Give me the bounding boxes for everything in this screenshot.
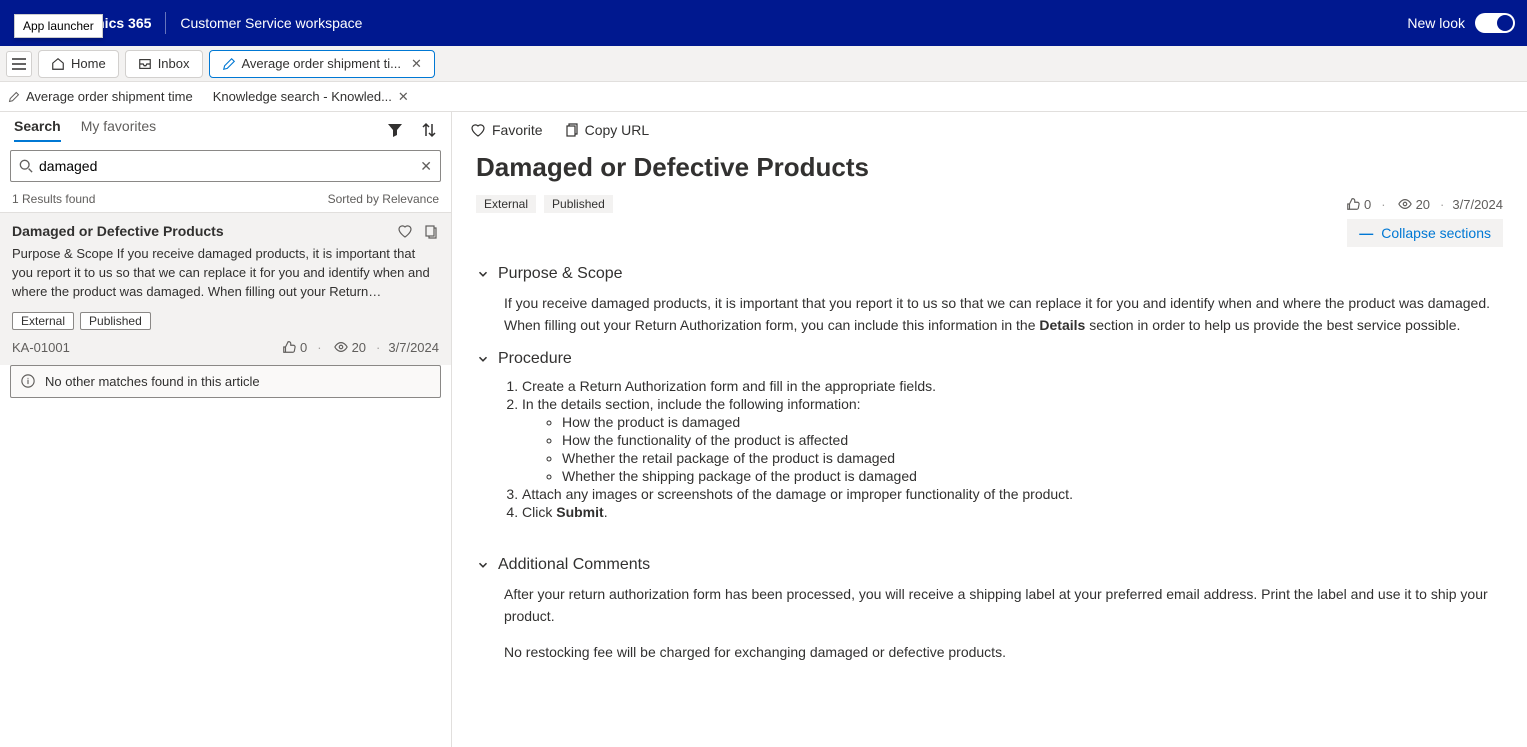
procedure-list: Create a Return Authorization form and f… [522,378,1503,520]
list-item: Attach any images or screenshots of the … [522,486,1503,502]
search-icon [19,159,33,173]
inbox-icon [138,57,152,71]
likes-stat: 0 [282,340,307,355]
copy-icon [563,122,579,138]
favorite-result-icon[interactable] [397,223,413,239]
collapse-sections-button[interactable]: — Collapse sections [1347,219,1503,247]
list-item: How the functionality of the product is … [562,432,1503,448]
results-count: 1 Results found [12,192,95,206]
app-launcher-tooltip: App launcher [14,14,103,38]
list-item: Create a Return Authorization form and f… [522,378,1503,394]
article-panel: Favorite Copy URL Damaged or Defective P… [452,112,1527,747]
chevron-down-icon [476,267,490,281]
clear-search-icon[interactable]: ✕ [420,158,432,175]
article-number: KA-01001 [12,340,70,355]
search-input[interactable] [39,158,414,174]
result-title: Damaged or Defective Products [12,223,224,239]
list-item: How the product is damaged [562,414,1503,430]
article-title: Damaged or Defective Products [476,152,1503,183]
tag-external: External [12,312,74,330]
section-head-purpose[interactable]: Purpose & Scope [476,265,1503,283]
search-result-card[interactable]: Damaged or Defective Products Purpose & … [0,212,451,365]
copy-url-action[interactable]: Copy URL [563,122,650,138]
section-head-additional[interactable]: Additional Comments [476,556,1503,574]
article-views: 20 [1381,197,1430,212]
list-item: In the details section, include the foll… [522,396,1503,484]
subtab-knowledge-search[interactable]: Knowledge search - Knowled... ✕ [213,89,409,105]
new-look-toggle[interactable] [1475,13,1515,33]
subtab-case-label: Average order shipment time [26,89,193,104]
topbar: App launcher Dynamics 365 Customer Servi… [0,0,1527,46]
tab-inbox[interactable]: Inbox [125,50,203,78]
favorite-action[interactable]: Favorite [470,122,543,138]
tab-inbox-label: Inbox [158,56,190,71]
tag-published: Published [80,312,151,330]
article-date: 3/7/2024 [1440,197,1503,212]
heart-icon [470,122,486,138]
result-snippet: Purpose & Scope If you receive damaged p… [12,245,439,302]
section-head-procedure[interactable]: Procedure [476,350,1503,368]
separator [165,12,166,34]
popout-result-icon[interactable] [423,223,439,239]
subtab-close-icon[interactable]: ✕ [398,89,409,105]
case-icon [222,57,236,71]
result-date: 3/7/2024 [376,340,439,355]
hamburger-menu[interactable] [6,51,32,77]
article-likes: 0 [1346,197,1371,212]
tab-home-label: Home [71,56,106,71]
subtab-ksearch-label: Knowledge search - Knowled... [213,89,392,104]
new-look-label: New look [1407,15,1465,31]
list-item: Whether the shipping package of the prod… [562,468,1503,484]
case-icon [8,91,20,103]
sort-button[interactable] [417,118,441,142]
main-tab-row: Home Inbox Average order shipment ti... … [0,46,1527,82]
chevron-down-icon [476,352,490,366]
subtab-case[interactable]: Average order shipment time [8,89,193,104]
workspace-name: Customer Service workspace [180,15,362,31]
article-tag-published: Published [544,195,613,213]
no-other-text: No other matches found in this article [45,374,260,389]
sidetab-favorites[interactable]: My favorites [81,118,156,142]
chevron-down-icon [476,558,490,572]
list-item: Click Submit. [522,504,1503,520]
section-body-purpose: If you receive damaged products, it is i… [504,293,1503,336]
tab-home[interactable]: Home [38,50,119,78]
views-stat: 20 [317,340,366,355]
content-area: Search My favorites ✕ 1 Results found So… [0,112,1527,747]
favorite-label: Favorite [492,122,543,138]
collapse-label: Collapse sections [1381,225,1491,241]
sub-tab-row: Average order shipment time Knowledge se… [0,82,1527,112]
copy-url-label: Copy URL [585,122,650,138]
info-icon [21,374,35,388]
search-box[interactable]: ✕ [10,150,441,182]
tab-case-close-icon[interactable]: ✕ [411,56,422,72]
sorted-by-label: Sorted by Relevance [328,192,439,206]
tab-case[interactable]: Average order shipment ti... ✕ [209,50,435,78]
tab-case-label: Average order shipment ti... [242,56,401,71]
section-body-additional: After your return authorization form has… [504,584,1503,663]
home-icon [51,57,65,71]
article-tag-external: External [476,195,536,213]
filter-button[interactable] [383,118,407,142]
sidetab-search[interactable]: Search [14,118,61,142]
knowledge-search-panel: Search My favorites ✕ 1 Results found So… [0,112,452,747]
no-other-matches: No other matches found in this article [10,365,441,398]
list-item: Whether the retail package of the produc… [562,450,1503,466]
